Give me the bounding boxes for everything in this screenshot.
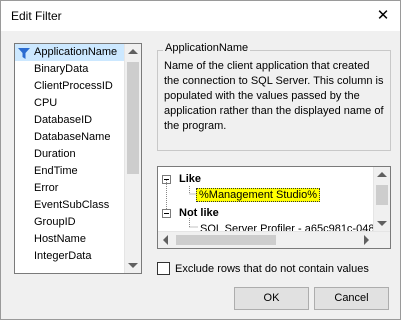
scroll-down-icon[interactable] bbox=[128, 263, 138, 268]
list-item-binarydata[interactable]: BinaryData bbox=[15, 61, 141, 78]
ok-button[interactable]: OK bbox=[234, 287, 309, 310]
list-item-cpu[interactable]: CPU bbox=[15, 95, 141, 112]
list-item-hostname[interactable]: HostName bbox=[15, 231, 141, 248]
list-item-label: Duration bbox=[34, 148, 76, 160]
list-item-duration[interactable]: Duration bbox=[15, 146, 141, 163]
list-item-clientprocessid[interactable]: ClientProcessID bbox=[15, 78, 141, 95]
exclude-rows-checkbox[interactable] bbox=[157, 262, 170, 275]
tree-node-like-value[interactable]: %Management Studio% bbox=[196, 187, 321, 203]
list-item-label: ApplicationName bbox=[34, 46, 118, 58]
tree-horizontal-scrollbar[interactable] bbox=[158, 231, 390, 248]
exclude-rows-label[interactable]: Exclude rows that do not contain values bbox=[175, 262, 369, 276]
list-item-error[interactable]: Error bbox=[15, 180, 141, 197]
close-button[interactable]: ✕ bbox=[372, 5, 394, 27]
list-item-label: EventSubClass bbox=[34, 199, 110, 211]
list-item-endtime[interactable]: EndTime bbox=[15, 163, 141, 180]
list-item-label: Error bbox=[34, 182, 59, 194]
filter-funnel-icon bbox=[18, 48, 30, 59]
scroll-up-icon[interactable] bbox=[128, 49, 138, 54]
like-value[interactable]: %Management Studio% bbox=[196, 188, 321, 202]
list-item-applicationname[interactable]: ApplicationName bbox=[15, 44, 141, 61]
list-item-label: ClientProcessID bbox=[34, 80, 113, 92]
scroll-up-icon[interactable] bbox=[377, 172, 387, 177]
list-item-groupid[interactable]: GroupID bbox=[15, 214, 141, 231]
edit-filter-dialog: Edit Filter ✕ ApplicationName BinaryData… bbox=[0, 0, 401, 320]
list-item-label: IntegerData bbox=[34, 250, 92, 262]
close-icon: ✕ bbox=[376, 7, 390, 24]
list-item-label: GroupID bbox=[34, 216, 76, 228]
cancel-button[interactable]: Cancel bbox=[314, 287, 389, 310]
scroll-thumb[interactable] bbox=[376, 185, 388, 205]
scroll-thumb[interactable] bbox=[127, 62, 139, 174]
scroll-left-icon[interactable] bbox=[163, 235, 168, 245]
list-item-label: HostName bbox=[34, 233, 86, 245]
tree-lines bbox=[189, 218, 198, 228]
list-scrollbar[interactable] bbox=[124, 44, 141, 273]
column-description: Name of the client application that crea… bbox=[164, 60, 384, 132]
list-item-eventsubclass[interactable]: EventSubClass bbox=[15, 197, 141, 214]
description-group-legend: ApplicationName bbox=[163, 42, 251, 54]
scroll-down-icon[interactable] bbox=[377, 221, 387, 226]
list-item-databaseid[interactable]: DatabaseID bbox=[15, 112, 141, 129]
filter-tree[interactable]: Like %Management Studio% Not like SQL Se… bbox=[157, 166, 391, 249]
tree-vertical-scrollbar[interactable] bbox=[373, 167, 390, 231]
columns-list[interactable]: ApplicationName BinaryData ClientProcess… bbox=[14, 43, 142, 274]
list-item-label: CPU bbox=[34, 97, 58, 109]
scroll-thumb[interactable] bbox=[176, 235, 276, 245]
list-item-label: DatabaseID bbox=[34, 114, 93, 126]
list-item-integerdata[interactable]: IntegerData bbox=[15, 248, 141, 265]
list-item-label: DatabaseName bbox=[34, 131, 111, 143]
title-bar: Edit Filter ✕ bbox=[1, 1, 400, 31]
list-item-label: EndTime bbox=[34, 165, 78, 177]
dialog-title: Edit Filter bbox=[11, 9, 62, 23]
list-item-label: BinaryData bbox=[34, 63, 89, 75]
collapse-icon[interactable] bbox=[162, 209, 171, 218]
list-item-databasename[interactable]: DatabaseName bbox=[15, 129, 141, 146]
scroll-right-icon[interactable] bbox=[364, 235, 369, 245]
